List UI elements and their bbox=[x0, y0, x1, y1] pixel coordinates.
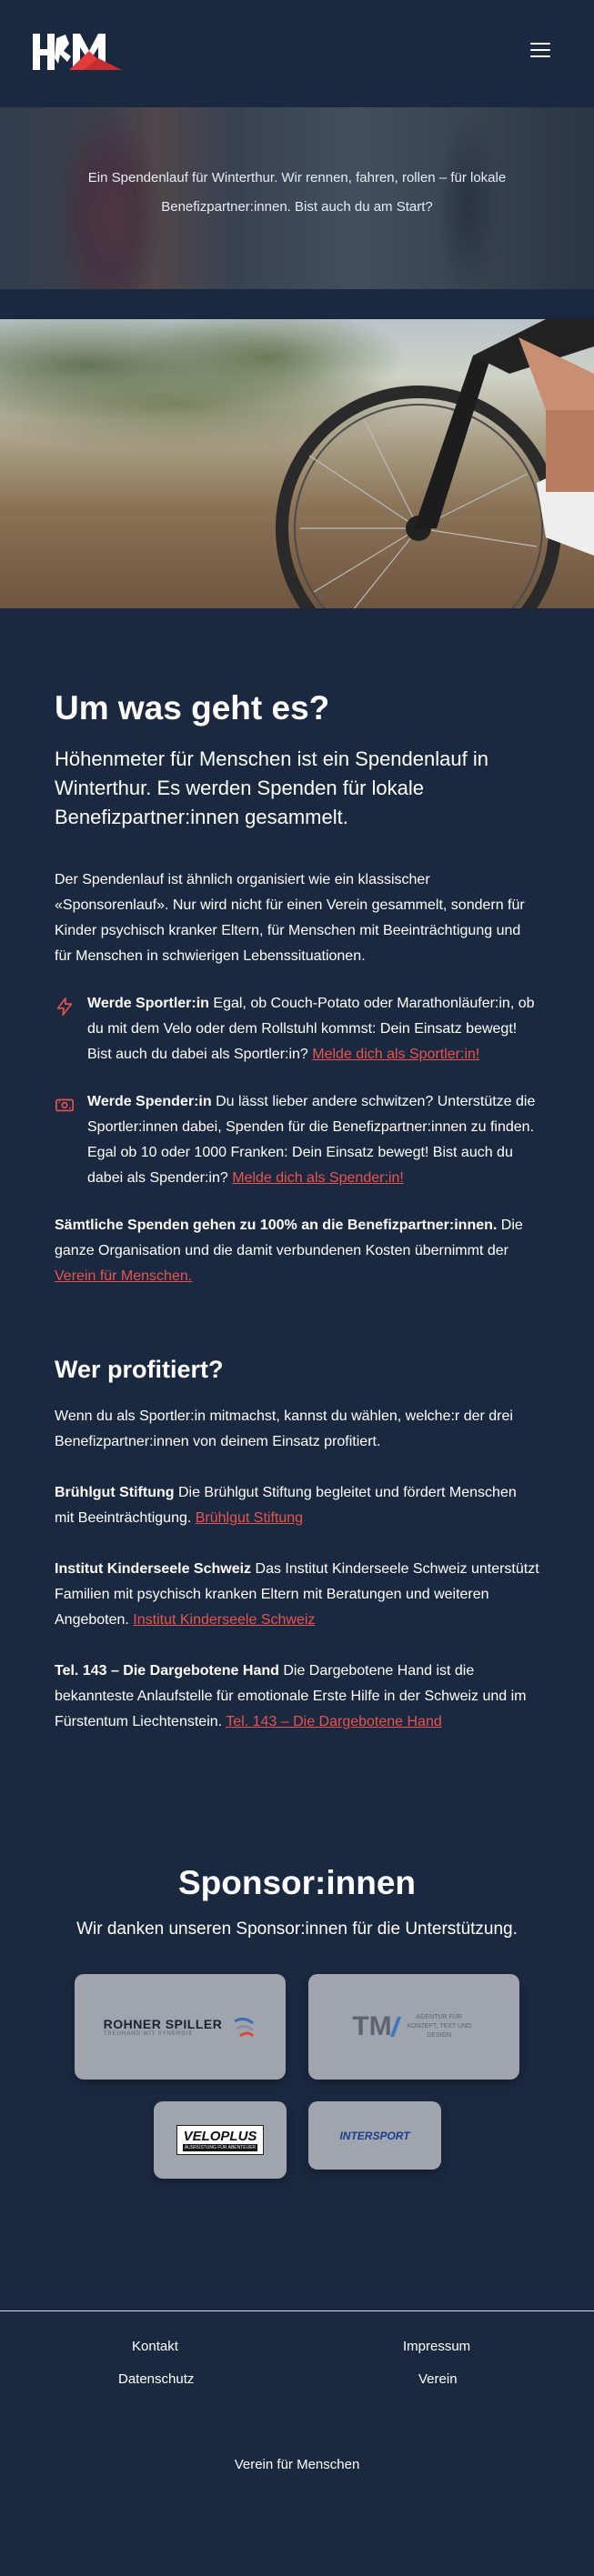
sponsor-logos: ROHNER SPILLER TREUHAND MIT SYNERGIE TM … bbox=[0, 1974, 594, 2192]
footer-verein-link[interactable]: Verein bbox=[418, 2371, 458, 2387]
beneficiary-bruehlgut: Brühlgut Stiftung Die Brühlgut Stiftung … bbox=[55, 1485, 517, 1526]
bike-photo bbox=[0, 319, 594, 608]
sponsors-title: Sponsor:innen bbox=[177, 1864, 417, 1901]
sponsors-subtitle: Wir danken unseren Sponsor:innen für die… bbox=[76, 1919, 518, 1939]
donation-note: Sämtliche Spenden gehen zu 100% an die B… bbox=[55, 1213, 539, 1289]
about-title: Um was geht es? bbox=[55, 689, 330, 727]
sponsor-rohner-spiller[interactable]: ROHNER SPILLER TREUHAND MIT SYNERGIE bbox=[75, 1974, 286, 2080]
rohner-spiller-mark-icon bbox=[234, 2017, 255, 2038]
hero-banner: Ein Spendenlauf für Winterthur. Wir renn… bbox=[0, 107, 594, 289]
hero-text: Ein Spendenlauf für Winterthur. Wir renn… bbox=[87, 170, 507, 215]
beneficiaries-title: Wer profitiert? bbox=[55, 1356, 224, 1383]
sponsors-section: Sponsor:innen Wir danken unseren Sponsor… bbox=[0, 1862, 594, 2192]
site-logo[interactable] bbox=[33, 31, 122, 73]
spender-heading: Werde Spender:in bbox=[87, 1094, 212, 1109]
bike-illustration bbox=[276, 319, 594, 608]
tel143-link[interactable]: Tel. 143 – Die Dargebotene Hand bbox=[226, 1714, 442, 1729]
about-lead: Höhenmeter für Menschen ist ein Spendenl… bbox=[55, 747, 488, 828]
beneficiary-tel143: Tel. 143 – Die Dargebotene Hand Die Darg… bbox=[55, 1663, 527, 1729]
site-header bbox=[0, 0, 594, 107]
menu-button[interactable] bbox=[530, 43, 550, 59]
kinderseele-link[interactable]: Institut Kinderseele Schweiz bbox=[133, 1612, 315, 1628]
sponsor-tm-agentur[interactable]: TM AGENTUR FÜR KONZEPT, TEXT UND DESIGN bbox=[308, 1974, 519, 2080]
donation-bold: Sämtliche Spenden gehen zu 100% an die B… bbox=[55, 1218, 498, 1233]
sponsor-intersport[interactable]: INTERSPORT bbox=[308, 2101, 441, 2170]
beneficiaries-intro: Wenn du als Sportler:in mitmachst, kanns… bbox=[55, 1408, 513, 1449]
spender-signup-link[interactable]: Melde dich als Spender:in! bbox=[232, 1170, 404, 1186]
feature-spender: Werde Spender:in Du lässt lieber andere … bbox=[55, 1089, 539, 1191]
about-intro: Der Spendenlauf ist ähnlich organisiert … bbox=[55, 872, 525, 964]
footer-org-link[interactable]: Verein für Menschen bbox=[0, 2457, 594, 2472]
bruehlgut-link[interactable]: Brühlgut Stiftung bbox=[196, 1510, 303, 1526]
beneficiary-kinderseele: Institut Kinderseele Schweiz Das Institu… bbox=[55, 1561, 539, 1628]
sponsor-veloplus[interactable]: VELOPLUS AUSRÜSTUNG FÜR ABENTEUER bbox=[154, 2101, 287, 2179]
feature-sportler: Werde Sportler:in Egal, ob Couch-Potato … bbox=[55, 991, 539, 1067]
sportler-heading: Werde Sportler:in bbox=[87, 996, 209, 1011]
logo-icon bbox=[33, 34, 122, 70]
sportler-signup-link[interactable]: Melde dich als Sportler:in! bbox=[312, 1047, 479, 1062]
hamburger-menu-icon bbox=[530, 43, 550, 45]
money-icon bbox=[55, 1098, 74, 1112]
site-footer: Kontakt Impressum Datenschutz Verein Ver… bbox=[0, 2311, 594, 2502]
lightning-icon bbox=[56, 997, 73, 1016]
about-section: Um was geht es? Höhenmeter für Menschen … bbox=[0, 688, 594, 1735]
footer-datenschutz-link[interactable]: Datenschutz bbox=[118, 2371, 194, 2387]
footer-kontakt-link[interactable]: Kontakt bbox=[132, 2339, 178, 2354]
verein-link[interactable]: Verein für Menschen. bbox=[55, 1268, 192, 1284]
footer-impressum-link[interactable]: Impressum bbox=[403, 2339, 470, 2354]
